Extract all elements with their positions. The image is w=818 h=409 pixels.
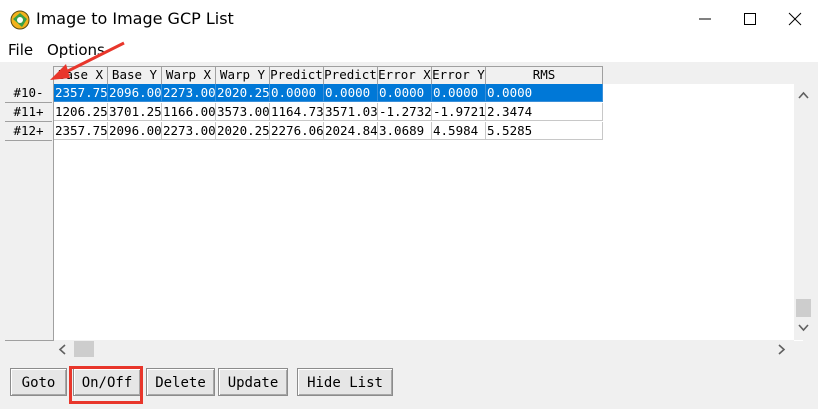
vertical-scroll-thumb[interactable] bbox=[796, 299, 811, 317]
cell-warp-x[interactable]: 2273.00 bbox=[162, 84, 216, 102]
cell-error-x[interactable]: 0.0000 bbox=[378, 84, 432, 102]
cell-base-y[interactable]: 2096.00 bbox=[108, 84, 162, 102]
cell-rms[interactable]: 2.3474 bbox=[486, 103, 603, 121]
row-header-column: #10- #11+ #12+ bbox=[5, 84, 54, 341]
scroll-up-icon[interactable] bbox=[798, 91, 809, 99]
cell-base-x[interactable]: 2357.75 bbox=[54, 122, 108, 140]
column-header-predict-y[interactable]: Predict bbox=[324, 66, 378, 85]
minimize-icon bbox=[699, 18, 711, 20]
cell-base-y[interactable]: 2096.00 bbox=[108, 122, 162, 140]
cell-warp-x[interactable]: 1166.00 bbox=[162, 103, 216, 121]
hide-list-button[interactable]: Hide List bbox=[297, 368, 393, 396]
annotation-arrow-icon bbox=[50, 41, 125, 80]
column-header-rms[interactable]: RMS bbox=[486, 66, 603, 85]
horizontal-scrollbar[interactable] bbox=[54, 340, 794, 358]
cell-rms[interactable]: 5.5285 bbox=[486, 122, 603, 140]
cell-predict-x[interactable]: 0.0000 bbox=[270, 84, 324, 102]
horizontal-scroll-thumb[interactable] bbox=[74, 341, 94, 357]
table-body: 2357.75 2096.00 2273.00 2020.25 0.0000 0… bbox=[54, 84, 803, 341]
scroll-left-icon[interactable] bbox=[58, 344, 66, 355]
cell-error-y[interactable]: 4.5984 bbox=[432, 122, 486, 140]
cell-error-x[interactable]: 3.0689 bbox=[378, 122, 432, 140]
maximize-icon bbox=[744, 13, 756, 25]
column-header-predict-x[interactable]: Predict bbox=[270, 66, 324, 85]
column-header-error-y[interactable]: Error Y bbox=[432, 66, 486, 85]
close-button[interactable] bbox=[772, 0, 817, 38]
cell-base-x[interactable]: 2357.75 bbox=[54, 84, 108, 102]
cell-error-y[interactable]: 0.0000 bbox=[432, 84, 486, 102]
row-header-12[interactable]: #12+ bbox=[5, 122, 52, 141]
window-title: Image to Image GCP List bbox=[36, 9, 234, 28]
minimize-button[interactable] bbox=[682, 0, 727, 38]
row-header-11[interactable]: #11+ bbox=[5, 103, 52, 122]
cell-predict-y[interactable]: 2024.84 bbox=[324, 122, 378, 140]
column-header-warp-x[interactable]: Warp X bbox=[162, 66, 216, 85]
column-header-warp-y[interactable]: Warp Y bbox=[216, 66, 270, 85]
cell-base-y[interactable]: 3701.25 bbox=[108, 103, 162, 121]
goto-button[interactable]: Goto bbox=[10, 368, 67, 396]
maximize-button[interactable] bbox=[727, 0, 772, 38]
annotation-highlight-box bbox=[69, 366, 143, 404]
cell-error-x[interactable]: -1.2732 bbox=[378, 103, 432, 121]
delete-button[interactable]: Delete bbox=[146, 368, 215, 396]
cell-warp-x[interactable]: 2273.00 bbox=[162, 122, 216, 140]
cell-warp-y[interactable]: 2020.25 bbox=[216, 122, 270, 140]
column-header-error-x[interactable]: Error X bbox=[378, 66, 432, 85]
app-logo-icon bbox=[10, 10, 30, 30]
gcp-table: Base X Base Y Warp X Warp Y Predict Pred… bbox=[5, 66, 813, 358]
cell-rms[interactable]: 0.0000 bbox=[486, 84, 603, 102]
scroll-down-icon[interactable] bbox=[798, 324, 809, 332]
menu-file[interactable]: File bbox=[8, 41, 33, 59]
cell-predict-x[interactable]: 2276.06 bbox=[270, 122, 324, 140]
cell-predict-y[interactable]: 0.0000 bbox=[324, 84, 378, 102]
cell-error-y[interactable]: -1.9721 bbox=[432, 103, 486, 121]
close-icon bbox=[788, 12, 802, 26]
scroll-right-icon[interactable] bbox=[778, 344, 786, 355]
cell-predict-x[interactable]: 1164.73 bbox=[270, 103, 324, 121]
cell-warp-y[interactable]: 3573.00 bbox=[216, 103, 270, 121]
cell-predict-y[interactable]: 3571.03 bbox=[324, 103, 378, 121]
update-button[interactable]: Update bbox=[218, 368, 288, 396]
cell-base-x[interactable]: 1206.25 bbox=[54, 103, 108, 121]
vertical-scrollbar[interactable] bbox=[794, 84, 813, 340]
row-header-10[interactable]: #10- bbox=[5, 84, 52, 103]
cell-warp-y[interactable]: 2020.25 bbox=[216, 84, 270, 102]
title-bar: Image to Image GCP List bbox=[0, 0, 818, 38]
